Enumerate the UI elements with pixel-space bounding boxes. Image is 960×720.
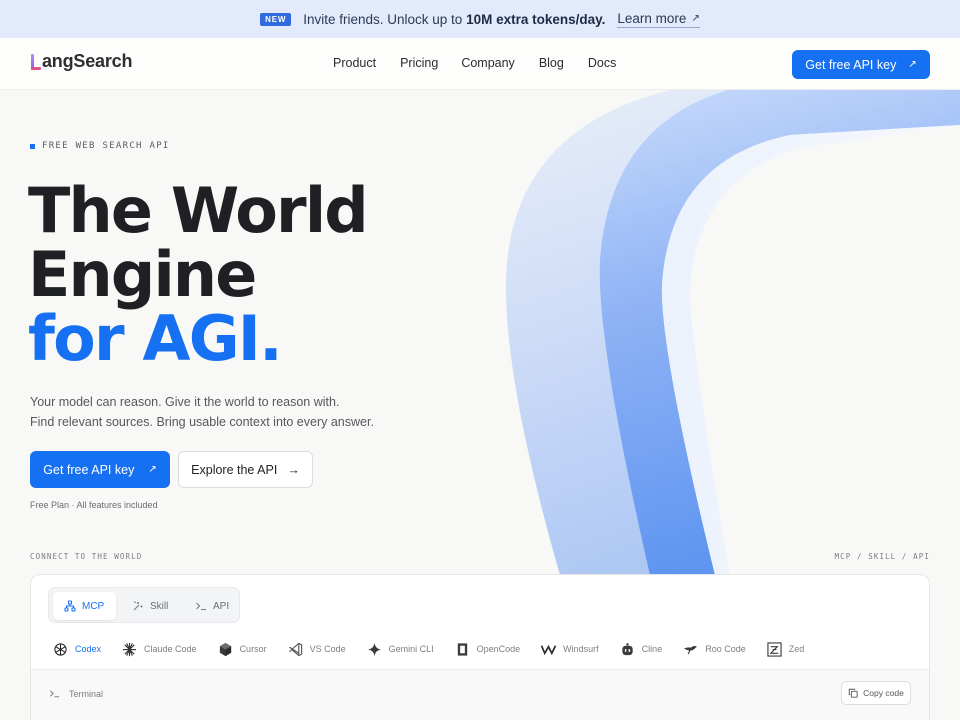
tool-label: Codex [75,644,102,654]
tool-label: Gemini CLI [388,644,434,654]
announcement-message: Invite friends. Unlock up to 10M extra t… [303,12,605,27]
arrow-up-right-icon: ↗ [148,464,157,475]
tab-skill[interactable]: Skill [121,592,179,620]
hero-subtitle: Your model can reason. Give it the world… [30,392,374,432]
tool-label: VS Code [309,644,346,654]
tab-skill-label: Skill [150,600,169,612]
square-bullet-icon [30,143,35,149]
cline-robot-icon [622,642,633,655]
mode-segmented-control: MCP Skill API [48,587,240,623]
roo-kangaroo-icon [684,645,698,654]
tool-label: OpenCode [476,644,521,654]
hero-title-line-1: The World [28,174,369,247]
tool-tab-claude-code[interactable]: Claude Code [122,639,197,659]
tool-tab-cursor[interactable]: Cursor [218,639,267,659]
openai-codex-icon [54,642,67,656]
cursor-cube-icon [219,642,231,656]
tool-tab-opencode[interactable]: OpenCode [455,639,521,659]
tool-label: Zed [788,644,805,654]
logo-mark-icon [30,52,41,71]
tab-mcp-label: MCP [82,600,105,612]
nav-cta-label: Get free API key [805,57,897,72]
arrow-up-right-icon: ↗ [691,12,700,24]
tool-tab-vs-code[interactable]: VS Code [288,639,346,659]
tool-tab-cline[interactable]: Cline [620,639,663,659]
gemini-sparkle-icon [367,642,381,656]
nav-link-pricing[interactable]: Pricing [400,56,438,70]
hero-subtitle-line-1: Your model can reason. Give it the world… [30,395,340,409]
terminal-panel: Terminal Copy code [31,669,929,720]
claude-starburst-icon [122,642,137,656]
zed-logo-icon [767,641,782,657]
tool-tab-codex[interactable]: Codex [53,639,103,671]
copy-code-button[interactable]: Copy code [841,681,911,705]
terminal-prompt-icon [196,602,206,611]
sparkle-wand-icon [133,601,143,611]
hero-ribbon-graphic [505,90,960,575]
hero-title-line-3: for AGI. [28,302,283,375]
tab-mcp[interactable]: MCP [53,592,116,620]
terminal-prompt-icon [50,690,60,698]
hero-subtitle-line-2: Find relevant sources. Bring usable cont… [30,415,374,429]
tab-api-label: API [213,600,230,612]
tool-label: Windsurf [563,644,599,654]
eyebrow-text: FREE WEB SEARCH API [42,141,170,151]
copy-code-label: Copy code [863,688,904,698]
explore-api-button[interactable]: Explore the API → [178,451,313,488]
explore-api-label: Explore the API [191,462,278,477]
tool-tab-gemini-cli[interactable]: Gemini CLI [367,639,434,659]
nav-link-docs[interactable]: Docs [588,56,616,70]
arrow-up-right-icon: ↗ [908,59,917,70]
get-api-key-label: Get free API key [43,462,135,477]
tool-tab-roo-code[interactable]: Roo Code [683,639,746,659]
tool-label: Cursor [239,644,267,654]
hero-title-line-2: Engine [28,238,257,311]
nav-get-api-key-button[interactable]: Get free API key ↗ [792,50,930,79]
top-nav: angSearch Product Pricing Company Blog D… [0,38,960,90]
announcement-text: Invite friends. Unlock up to [303,11,467,27]
announcement-bar: NEW Invite friends. Unlock up to 10M ext… [0,0,960,38]
tool-tab-zed[interactable]: Zed [767,639,805,659]
opencode-square-icon [457,642,467,656]
announcement-highlight: 10M extra tokens/day. [466,11,606,27]
nav-link-company[interactable]: Company [461,56,515,70]
mcp-network-icon [64,600,76,612]
windsurf-wave-icon [541,644,557,655]
tab-api[interactable]: API [184,592,240,620]
tool-label: Roo Code [705,644,746,654]
logo[interactable]: angSearch [30,51,132,72]
arrow-right-icon: → [287,462,300,477]
hero-eyebrow: FREE WEB SEARCH API [30,141,170,151]
terminal-label: Terminal [69,688,104,699]
vscode-icon [288,642,302,656]
tool-tab-windsurf[interactable]: Windsurf [541,639,599,659]
copy-icon [848,688,858,698]
tool-tabs: Codex Claude Code Cursor VS Code Gemini … [53,639,805,671]
learn-more-link[interactable]: Learn more ↗ [617,10,700,28]
free-plan-note: Free Plan · All features included [30,500,158,510]
logo-text: angSearch [42,51,133,71]
learn-more-label: Learn more [617,10,687,26]
terminal-header: Terminal [49,688,103,699]
nav-links: Product Pricing Company Blog Docs [333,56,616,70]
integration-card: MCP Skill API Codex Claude Code Cursor V… [30,574,930,720]
new-badge: NEW [260,12,292,26]
nav-link-blog[interactable]: Blog [539,56,564,70]
nav-link-product[interactable]: Product [333,56,376,70]
connect-section-modes: MCP / SKILL / API [834,552,930,561]
tool-label: Claude Code [144,644,197,654]
get-api-key-button[interactable]: Get free API key ↗ [30,451,170,488]
connect-section-label: CONNECT TO THE WORLD [30,552,143,561]
tool-label: Cline [641,644,663,654]
